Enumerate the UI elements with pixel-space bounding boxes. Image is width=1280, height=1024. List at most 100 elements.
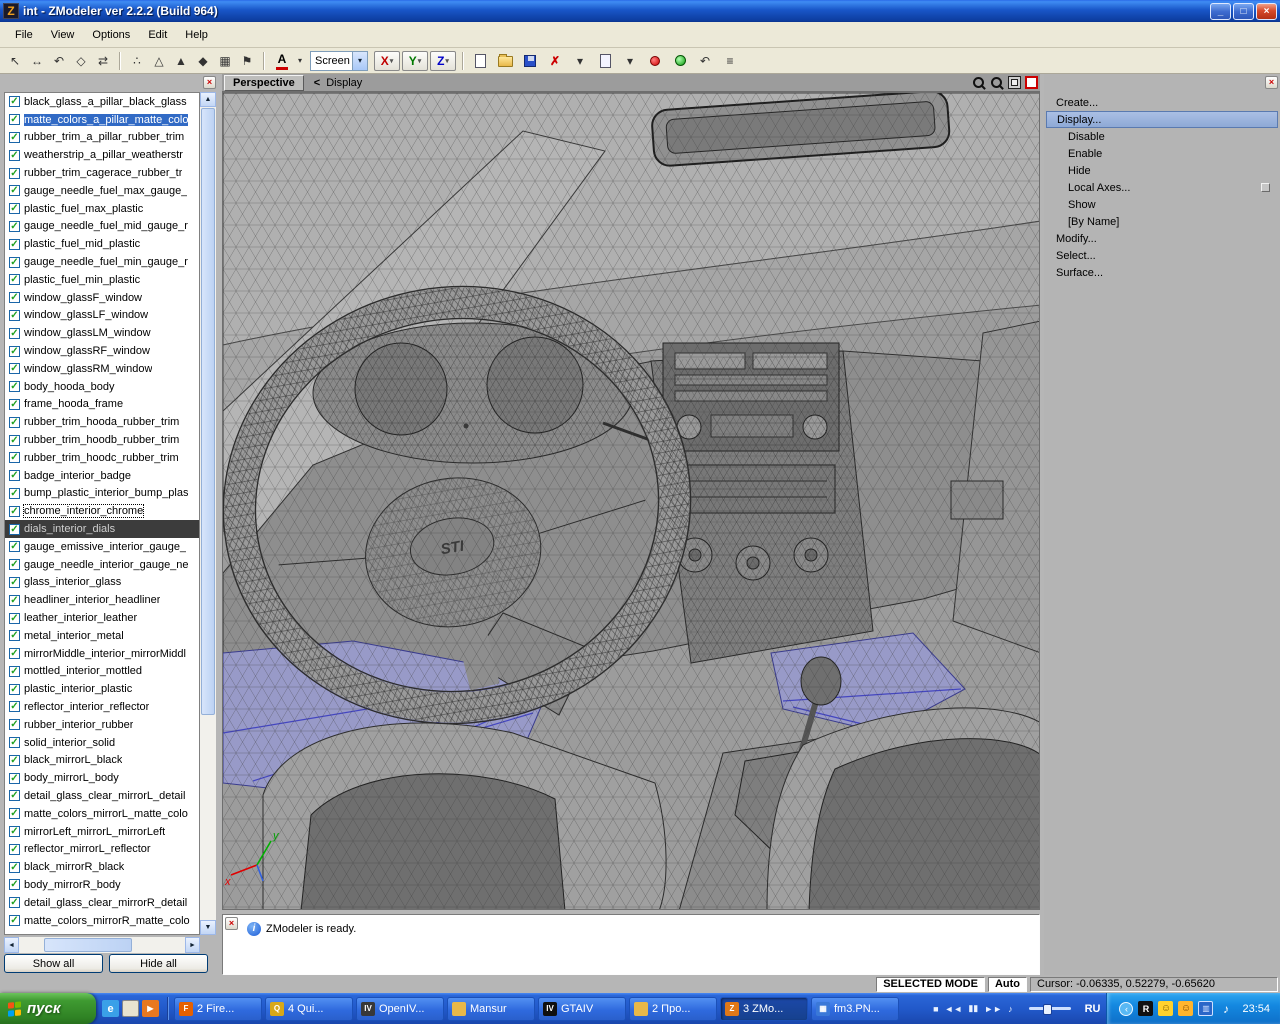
visibility-checkbox[interactable]: ✓ — [9, 772, 20, 784]
material-list-item[interactable]: ✓ gauge_needle_fuel_min_gauge_r — [5, 253, 199, 271]
visibility-checkbox[interactable]: ✓ — [9, 345, 20, 357]
material-list-item[interactable]: ✓ body_mirrorR_body — [5, 876, 199, 894]
material-list-item[interactable]: ✓ plastic_fuel_min_plastic — [5, 271, 199, 289]
material-list-item[interactable]: ✓ window_glassLF_window — [5, 307, 199, 325]
axis-toggle-button[interactable]: X ▾ — [374, 50, 400, 71]
visibility-checkbox[interactable]: ✓ — [9, 523, 20, 535]
material-list-item[interactable]: ✓ bump_plastic_interior_bump_plas — [5, 485, 199, 503]
visibility-checkbox[interactable]: ✓ — [9, 897, 20, 909]
viewport-config-icon[interactable] — [1025, 76, 1038, 89]
scroll-left-icon[interactable]: ◄ — [4, 937, 19, 953]
material-list-item[interactable]: ✓ glass_interior_glass — [5, 574, 199, 592]
visibility-checkbox[interactable]: ✓ — [9, 576, 20, 588]
material-list-item[interactable]: ✓ matte_colors_a_pillar_matte_colo — [5, 111, 199, 129]
visibility-checkbox[interactable]: ✓ — [9, 612, 20, 624]
maximize-viewport-icon[interactable] — [1008, 76, 1021, 89]
material-list-item[interactable]: ✓ window_glassRF_window — [5, 342, 199, 360]
material-list-item[interactable]: ✓ rubber_trim_hoodc_rubber_trim — [5, 449, 199, 467]
visibility-checkbox[interactable]: ✓ — [9, 701, 20, 713]
maximize-button[interactable]: □ — [1233, 2, 1254, 20]
material-list-item[interactable]: ✓ gauge_needle_interior_gauge_ne — [5, 556, 199, 574]
visibility-checkbox[interactable]: ✓ — [9, 96, 20, 108]
material-list-item[interactable]: ✓ rubber_trim_cagerace_rubber_tr — [5, 164, 199, 182]
command-menu-item[interactable]: Display... — [1046, 111, 1278, 128]
visibility-checkbox[interactable]: ✓ — [9, 843, 20, 855]
scroll-down-icon[interactable]: ▼ — [200, 920, 216, 935]
zoom-icon[interactable] — [972, 76, 986, 90]
import-dropdown-icon[interactable]: ▾ — [569, 51, 591, 71]
open-file-icon[interactable] — [494, 51, 516, 71]
visibility-checkbox[interactable]: ✓ — [9, 416, 20, 428]
undo-icon[interactable]: ↶ — [694, 51, 716, 71]
hide-icons-chevron[interactable]: ‹ — [1119, 1001, 1134, 1016]
material-list-item[interactable]: ✓ plastic_interior_plastic — [5, 680, 199, 698]
menu-item[interactable]: Options — [83, 26, 139, 44]
media-player-icon[interactable]: ► — [142, 1000, 159, 1017]
axis-toggle-button[interactable]: Z ▾ — [430, 50, 456, 71]
material-list-item[interactable]: ✓ reflector_mirrorL_reflector — [5, 840, 199, 858]
horizontal-scrollbar[interactable]: ◄ ► — [4, 937, 200, 953]
visibility-checkbox[interactable]: ✓ — [9, 238, 20, 250]
taskbar-task[interactable]: IV GTAIV — [538, 996, 626, 1021]
taskbar-task[interactable]: Z 3 ZMo... — [720, 996, 808, 1021]
material-list-item[interactable]: ✓ mirrorMiddle_interior_mirrorMiddl — [5, 645, 199, 663]
material-list-item[interactable]: ✓ badge_interior_badge — [5, 467, 199, 485]
material-list-item[interactable]: ✓ frame_hooda_frame — [5, 396, 199, 414]
material-list-item[interactable]: ✓ gauge_emissive_interior_gauge_ — [5, 538, 199, 556]
edges-level-icon[interactable]: △ — [148, 51, 170, 71]
visibility-checkbox[interactable]: ✓ — [9, 879, 20, 891]
command-menu-item[interactable]: Enable — [1046, 145, 1278, 162]
qip-tray-icon[interactable]: ☺ — [1178, 1001, 1194, 1016]
hide-all-button[interactable]: Hide all — [109, 954, 208, 973]
command-menu-item[interactable]: Modify... — [1046, 230, 1278, 247]
uv-level-icon[interactable]: ▦ — [214, 51, 236, 71]
material-list-item[interactable]: ✓ mirrorLeft_mirrorL_mirrorLeft — [5, 823, 199, 841]
show-all-button[interactable]: Show all — [4, 954, 103, 973]
menu-item[interactable]: Edit — [139, 26, 176, 44]
visibility-checkbox[interactable]: ✓ — [9, 559, 20, 571]
visibility-checkbox[interactable]: ✓ — [9, 256, 20, 268]
visibility-checkbox[interactable]: ✓ — [9, 434, 20, 446]
visibility-checkbox[interactable]: ✓ — [9, 292, 20, 304]
new-file-icon[interactable] — [469, 51, 491, 71]
material-list-item[interactable]: ✓ plastic_fuel_mid_plastic — [5, 235, 199, 253]
menu-item[interactable]: View — [42, 26, 84, 44]
show-desktop-icon[interactable] — [122, 1000, 139, 1017]
visibility-checkbox[interactable]: ✓ — [9, 719, 20, 731]
material-list-item[interactable]: ✓ dials_interior_dials — [5, 520, 199, 538]
vertices-level-icon[interactable]: ∴ — [126, 51, 148, 71]
delete-icon[interactable]: ✗ — [544, 51, 566, 71]
visibility-checkbox[interactable]: ✓ — [9, 754, 20, 766]
visibility-checkbox[interactable]: ✓ — [9, 274, 20, 286]
vertical-scrollbar[interactable]: ▲ ▼ — [200, 92, 216, 935]
font-color-button[interactable]: A — [270, 51, 294, 71]
taskbar-task[interactable]: 2 Про... — [629, 996, 717, 1021]
visibility-checkbox[interactable]: ✓ — [9, 915, 20, 927]
visibility-checkbox[interactable]: ✓ — [9, 487, 20, 499]
scrollbar-thumb[interactable] — [44, 938, 133, 952]
material-list-item[interactable]: ✓ reflector_interior_reflector — [5, 698, 199, 716]
visibility-checkbox[interactable]: ✓ — [9, 185, 20, 197]
material-list-item[interactable]: ✓ black_glass_a_pillar_black_glass — [5, 93, 199, 111]
taskbar-task[interactable]: ▦ fm3.PN... — [811, 996, 899, 1021]
axis-toggle-button[interactable]: Y ▾ — [402, 50, 428, 71]
visibility-checkbox[interactable]: ✓ — [9, 452, 20, 464]
material-list-item[interactable]: ✓ chrome_interior_chrome — [5, 502, 199, 520]
material-list-item[interactable]: ✓ mottled_interior_mottled — [5, 663, 199, 681]
save-file-icon[interactable] — [519, 51, 541, 71]
language-indicator[interactable]: RU — [1079, 993, 1107, 1024]
screen-space-select[interactable]: Screen ▾ — [310, 50, 368, 71]
auto-toggle[interactable]: Auto — [987, 976, 1027, 992]
visibility-checkbox[interactable]: ✓ — [9, 826, 20, 838]
local-axes-box[interactable] — [1261, 183, 1270, 192]
taskbar-task[interactable]: Mansur — [447, 996, 535, 1021]
material-list-item[interactable]: ✓ body_mirrorL_body — [5, 769, 199, 787]
command-menu-item[interactable]: Disable — [1046, 128, 1278, 145]
visibility-checkbox[interactable]: ✓ — [9, 131, 20, 143]
material-list-item[interactable]: ✓ window_glassRM_window — [5, 360, 199, 378]
visibility-checkbox[interactable]: ✓ — [9, 309, 20, 321]
scroll-right-icon[interactable]: ► — [185, 937, 200, 953]
scale-mode-icon[interactable]: ◇ — [70, 51, 92, 71]
rockstar-tray-icon[interactable]: R — [1138, 1001, 1154, 1016]
next-button[interactable]: ►► — [984, 1004, 1002, 1014]
